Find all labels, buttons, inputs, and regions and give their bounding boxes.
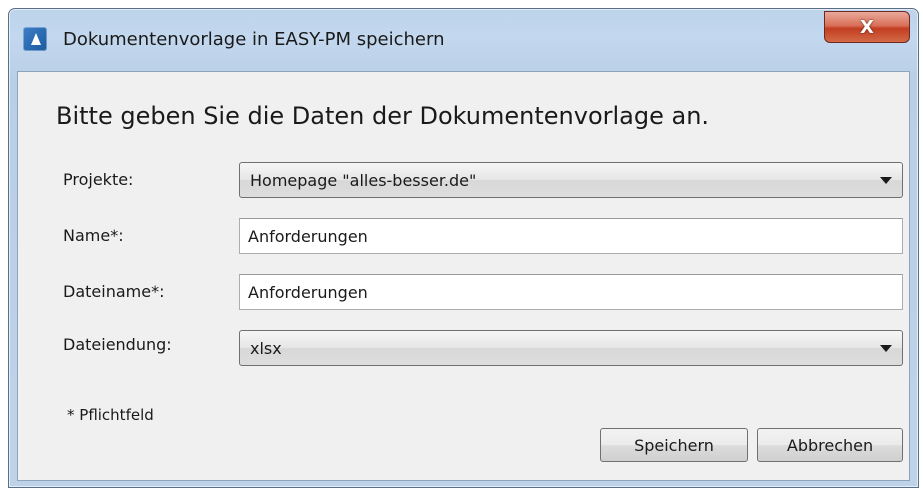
name-field[interactable]: Anforderungen — [239, 218, 903, 254]
dateiendung-label: Dateiendung: — [63, 335, 172, 354]
app-icon — [23, 27, 47, 51]
cancel-button[interactable]: Abbrechen — [757, 428, 903, 462]
close-icon: X — [860, 16, 874, 38]
projekte-selected-value: Homepage "alles-besser.de" — [250, 171, 477, 190]
dateiendung-selected-value: xlsx — [250, 339, 282, 358]
dateiendung-dropdown[interactable]: xlsx — [239, 330, 903, 366]
close-button[interactable]: X — [824, 11, 910, 43]
dialog-window: Dokumentenvorlage in EASY-PM speichern X… — [8, 8, 919, 488]
chevron-down-icon[interactable] — [880, 177, 892, 184]
projekte-label: Projekte: — [63, 170, 134, 189]
window-title: Dokumentenvorlage in EASY-PM speichern — [63, 29, 445, 50]
title-bar[interactable]: Dokumentenvorlage in EASY-PM speichern X — [9, 9, 918, 71]
chevron-down-icon[interactable] — [880, 345, 892, 352]
dateiname-field-value: Anforderungen — [248, 283, 368, 302]
required-field-note: * Pflichtfeld — [67, 406, 154, 424]
dateiname-label: Dateiname*: — [63, 282, 165, 301]
save-button[interactable]: Speichern — [600, 428, 748, 462]
projekte-dropdown[interactable]: Homepage "alles-besser.de" — [239, 162, 903, 198]
name-label: Name*: — [63, 226, 124, 245]
dialog-content: Bitte geben Sie die Daten der Dokumenten… — [17, 71, 910, 481]
dialog-heading: Bitte geben Sie die Daten der Dokumenten… — [56, 102, 710, 130]
name-field-value: Anforderungen — [248, 227, 368, 246]
dateiname-field[interactable]: Anforderungen — [239, 274, 903, 310]
